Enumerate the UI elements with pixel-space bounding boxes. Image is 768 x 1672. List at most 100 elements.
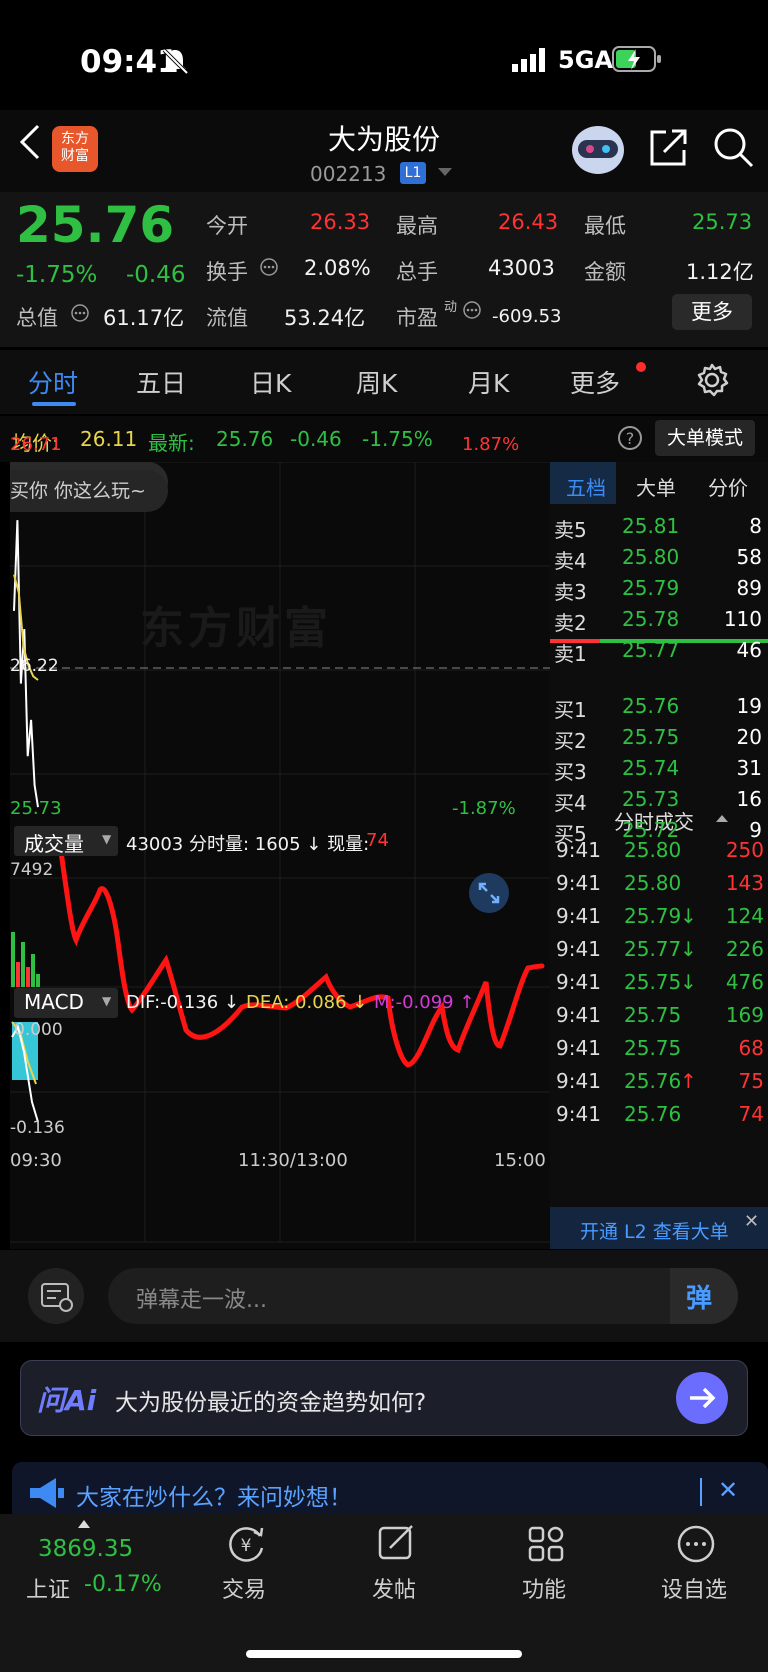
bid-row[interactable]: 买2 25.75 20 (550, 725, 768, 755)
ask-price: 25.80 (622, 545, 680, 569)
expand-icon[interactable] (468, 872, 510, 914)
danmu-placeholder: 弹幕走一波... (136, 1288, 267, 1313)
volume-bar (21, 942, 25, 987)
home-indicator (246, 1650, 522, 1658)
volume-selector[interactable]: 成交量 ▼ (14, 826, 118, 856)
arrow-right-icon[interactable] (675, 1371, 729, 1425)
ask-volume: 110 (723, 607, 762, 631)
time-end: 15:00 (494, 1150, 546, 1171)
gear-icon[interactable] (694, 362, 730, 398)
ask-row[interactable]: 卖5 25.81 8 (550, 514, 768, 544)
trade-price: 25.80 (624, 838, 682, 862)
tab-big-orders[interactable]: 大单 (636, 472, 676, 501)
tab-intraday[interactable]: 分时 (28, 364, 78, 400)
help-icon[interactable]: ? (616, 424, 644, 452)
nav-trade[interactable]: ¥ 交易 (184, 1522, 304, 1632)
ask-row[interactable]: 卖2 25.78 110 (550, 607, 768, 637)
tab-daily-k[interactable]: 日K (250, 364, 291, 400)
search-icon[interactable] (712, 126, 756, 170)
bid-price: 25.76 (622, 694, 680, 718)
volume-bar (16, 962, 20, 987)
trade-volume: 143 (725, 871, 764, 895)
ask-volume: 46 (736, 638, 762, 662)
nav-post[interactable]: 发帖 (334, 1522, 454, 1632)
ai-question-bar[interactable]: 问Ai 大为股份最近的资金趋势如何? (20, 1360, 748, 1436)
l2-link: 开通 L2 查看大单 (580, 1221, 729, 1243)
nav-functions[interactable]: 功能 (484, 1522, 604, 1632)
chevron-down-icon: ▼ (102, 832, 112, 846)
tab-five-levels[interactable]: 五档 (566, 472, 606, 501)
trade-row: 9:41 25.80 143 (550, 871, 768, 901)
ask-row[interactable]: 卖4 25.80 58 (550, 545, 768, 575)
big-order-mode-button[interactable]: 大单模式 (655, 420, 755, 456)
volume-bars (11, 932, 40, 987)
macd-selector[interactable]: MACD ▼ (14, 988, 118, 1018)
tab-underline (32, 402, 76, 406)
share-icon[interactable] (648, 126, 690, 168)
macd-bot-value: -0.136 (10, 1118, 65, 1138)
ask-price: 25.78 (622, 607, 680, 631)
trade-direction: ↓ (680, 970, 697, 994)
dropdown-triangle-icon[interactable] (438, 168, 452, 178)
float-value: 53.24亿 (284, 306, 366, 330)
trade-time: 9:41 (556, 1069, 601, 1093)
info-dots-icon[interactable] (70, 303, 90, 323)
tab-weekly-k[interactable]: 周K (356, 364, 397, 400)
trade-row: 9:41 25.76 74 (550, 1102, 768, 1132)
trade-time: 9:41 (556, 1102, 601, 1126)
trade-row: 9:41 25.75 68 (550, 1036, 768, 1066)
ai-logo: 问Ai (37, 1384, 97, 1417)
nav-add-watchlist[interactable]: 设自选 (634, 1522, 754, 1632)
ask-label: 卖2 (554, 611, 587, 635)
trade-volume: 68 (738, 1036, 764, 1060)
bid-row[interactable]: 买4 25.73 16 (550, 787, 768, 817)
chart-mid-price: 26.22 (10, 656, 59, 676)
time-start: 09:30 (10, 1150, 62, 1171)
chart-top-price: 26.71 (10, 434, 62, 455)
index-value[interactable]: 3869.35 (38, 1536, 133, 1562)
ask-row[interactable]: 卖1 25.77 46 (550, 638, 768, 668)
bid-row[interactable]: 买1 25.76 19 (550, 694, 768, 724)
svg-text:¥: ¥ (241, 1536, 252, 1556)
more-button[interactable]: 更多 (672, 294, 752, 330)
bid-label: 买1 (554, 698, 587, 722)
bid-price: 25.74 (622, 756, 680, 780)
info-dots-icon[interactable] (259, 257, 279, 277)
tab-five-day[interactable]: 五日 (136, 364, 186, 400)
bid-price: 25.73 (622, 787, 680, 811)
trade-volume: 74 (738, 1102, 764, 1126)
chart-bot-pct: -1.87% (452, 798, 516, 819)
trade-time: 9:41 (556, 904, 601, 928)
info-dots-icon[interactable] (462, 300, 482, 320)
low-value: 25.73 (692, 210, 753, 234)
stock-code: 002213 (310, 162, 387, 186)
chart-bot-price: 25.73 (10, 798, 62, 819)
tab-more[interactable]: 更多 (570, 364, 620, 400)
macd-label: MACD (24, 990, 84, 1014)
volume-bar (31, 954, 35, 987)
ask-label: 卖1 (554, 642, 587, 666)
trade-volume: 124 (725, 904, 764, 928)
robot-assistant-icon[interactable] (568, 120, 628, 176)
danmu-settings-button[interactable] (28, 1268, 84, 1324)
ask-price: 25.81 (622, 514, 680, 538)
change-abs: -0.46 (126, 262, 186, 288)
intraday-chart[interactable]: 东方财富 26.71 1.87% 买你 你这么玩~ 26.22 25.73 -1… (10, 434, 550, 1249)
l2-upsell-banner[interactable]: 开通 L2 查看大单 ✕ (550, 1207, 768, 1249)
bid-price: 25.75 (622, 725, 680, 749)
index-name[interactable]: 上证 (26, 1572, 70, 1604)
ask-volume: 8 (749, 514, 762, 538)
edit-icon (378, 1525, 413, 1560)
trade-time: 9:41 (556, 871, 601, 895)
ask-row[interactable]: 卖3 25.79 89 (550, 576, 768, 606)
tab-monthly-k[interactable]: 月K (468, 364, 509, 400)
close-icon[interactable]: ✕ (718, 1476, 738, 1504)
bid-row[interactable]: 买3 25.74 31 (550, 756, 768, 786)
level-badge[interactable]: L1 (400, 162, 426, 184)
high-label: 最高 (396, 214, 438, 238)
danmu-send-button[interactable]: 弹 (670, 1268, 738, 1324)
danmu-input[interactable]: 弹幕走一波... 弹 (108, 1268, 738, 1324)
tab-price-dist[interactable]: 分价 (708, 472, 748, 501)
pe-label: 市盈 (396, 306, 438, 330)
index-pct[interactable]: -0.17% (84, 1572, 162, 1597)
